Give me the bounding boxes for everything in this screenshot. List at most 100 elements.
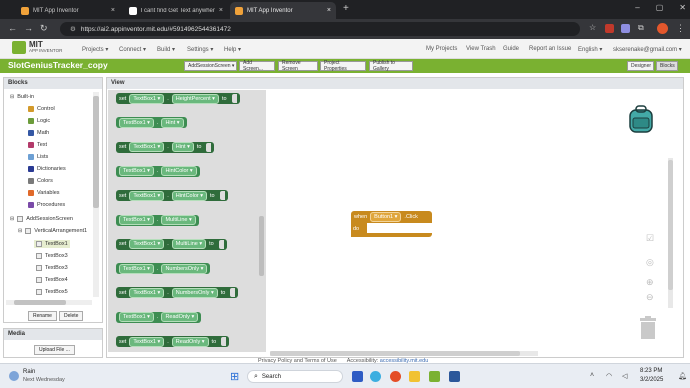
close-tab-icon[interactable]: ×: [111, 7, 115, 14]
tree-builtin[interactable]: ⊟ Built-in: [10, 94, 34, 100]
component-textbox[interactable]: TextBox5: [36, 289, 68, 295]
taskbar-search[interactable]: ⌕ Search: [247, 370, 343, 383]
notification-bell-icon[interactable]: 🔔︎: [678, 372, 687, 380]
menu-help[interactable]: Help ▾: [224, 46, 241, 53]
extensions-puzzle-icon[interactable]: ⧉: [638, 23, 644, 33]
reload-icon[interactable]: ↻: [40, 23, 48, 34]
input-socket[interactable]: [218, 239, 224, 249]
site-info-icon[interactable]: ⚙: [70, 25, 76, 33]
browser-tab-1[interactable]: MIT App Inventor ×: [16, 2, 120, 19]
tree-arrangement[interactable]: ⊟ VerticalArrangement1: [18, 228, 87, 234]
component-dropdown[interactable]: TextBox1 ▾: [129, 93, 165, 104]
weather-icon[interactable]: [9, 371, 19, 381]
component-textbox1-selected[interactable]: TextBox1: [34, 240, 70, 248]
flyout-scrollbar[interactable]: [259, 216, 264, 276]
get-textbox1-numbersonly-block[interactable]: TextBox1 ▾. NumbersOnly ▾: [116, 263, 211, 275]
scrollbar-thumb[interactable]: [14, 300, 66, 305]
close-tab-icon[interactable]: ×: [219, 7, 223, 14]
collapse-icon[interactable]: ⊟: [10, 94, 14, 100]
menu-build[interactable]: Build ▾: [157, 46, 175, 53]
set-textbox1-readonly-block[interactable]: set TextBox1 ▾. ReadOnly ▾ to: [116, 336, 230, 347]
publish-gallery-button[interactable]: Publish to Gallery: [369, 60, 413, 72]
minimize-icon[interactable]: –: [635, 3, 639, 12]
profile-avatar[interactable]: [657, 23, 668, 34]
category-text[interactable]: Text: [28, 142, 47, 148]
add-screen-button[interactable]: Add Screen...: [239, 60, 275, 72]
forward-icon[interactable]: →: [24, 23, 33, 33]
when-button1-click-block[interactable]: when Button1 ▾ .Click do: [351, 211, 433, 239]
file-explorer-icon[interactable]: [409, 371, 420, 382]
rename-button[interactable]: Rename: [28, 311, 57, 321]
delete-button[interactable]: Delete: [59, 311, 84, 321]
designer-button[interactable]: Designer: [627, 61, 654, 71]
category-colors[interactable]: Colors: [28, 178, 53, 184]
blocks-tree-scrollbar[interactable]: [93, 92, 99, 297]
close-window-icon[interactable]: ✕: [679, 3, 686, 12]
upload-file-button[interactable]: Upload File ...: [34, 345, 75, 355]
category-control[interactable]: Control: [28, 106, 55, 112]
category-variables[interactable]: Variables: [28, 190, 60, 196]
blocks-button[interactable]: Blocks: [656, 61, 678, 71]
set-textbox1-heightpercent-block[interactable]: set TextBox1 ▾. HeightPercent ▾ to: [116, 93, 240, 104]
weather-label[interactable]: Rain: [23, 369, 35, 375]
get-textbox1-hint-block[interactable]: TextBox1 ▾. Hint ▾: [116, 117, 187, 129]
link-my-projects[interactable]: My Projects: [426, 46, 457, 52]
component-dropdown[interactable]: TextBox1 ▾: [119, 166, 154, 177]
language-select[interactable]: English ▾: [578, 46, 602, 53]
input-socket[interactable]: [231, 94, 237, 103]
menu-connect[interactable]: Connect ▾: [119, 46, 146, 53]
property-dropdown[interactable]: ReadOnly ▾: [161, 312, 199, 323]
component-dropdown[interactable]: TextBox1 ▾: [119, 312, 154, 323]
set-textbox1-multiline-block[interactable]: set TextBox1 ▾. MultiLine ▾ to: [116, 238, 227, 250]
input-socket[interactable]: [221, 337, 227, 346]
app-icon[interactable]: [429, 371, 440, 382]
back-icon[interactable]: ←: [8, 23, 17, 33]
chrome-icon[interactable]: [390, 371, 401, 382]
new-tab-button[interactable]: +: [343, 3, 349, 14]
app-inventor-logo[interactable]: MIT APP INVENTOR: [12, 40, 62, 54]
zoom-out-icon[interactable]: ⊖: [646, 292, 654, 303]
scrollbar-thumb[interactable]: [668, 160, 673, 290]
component-textbox[interactable]: TextBox3: [36, 253, 68, 259]
maximize-icon[interactable]: ▢: [656, 3, 664, 12]
user-account-menu[interactable]: skserenake@gmail.com ▾: [613, 46, 682, 53]
set-textbox1-hint-block[interactable]: set TextBox1 ▾. Hint ▾ to: [116, 141, 215, 153]
input-socket[interactable]: [230, 288, 236, 298]
category-dictionaries[interactable]: Dictionaries: [28, 166, 66, 172]
link-view-trash[interactable]: View Trash: [466, 46, 496, 52]
get-textbox1-hintcolor-block[interactable]: TextBox1 ▾. HintColor ▾: [116, 165, 200, 177]
component-dropdown[interactable]: TextBox1 ▾: [129, 142, 165, 153]
clock-time[interactable]: 8:23 PM: [640, 368, 662, 374]
collapse-icon[interactable]: ⊟: [18, 228, 22, 234]
url-field[interactable]: ⚙ https://ai2.appinventor.mit.edu/#59149…: [60, 22, 580, 36]
component-dropdown[interactable]: Button1 ▾: [370, 212, 402, 222]
horizontal-scrollbar[interactable]: [6, 300, 92, 305]
remove-screen-button[interactable]: Remove Screen: [278, 60, 318, 72]
component-dropdown[interactable]: TextBox1 ▾: [129, 287, 165, 298]
collapse-icon[interactable]: ⊟: [10, 216, 14, 222]
bookmark-star-icon[interactable]: ☆: [589, 23, 596, 32]
menu-projects[interactable]: Projects ▾: [82, 46, 108, 53]
workspace-vertical-scrollbar[interactable]: [668, 158, 673, 308]
center-workspace-icon[interactable]: ◎: [646, 257, 654, 268]
property-dropdown[interactable]: NumbersOnly ▾: [161, 263, 208, 274]
tree-screen[interactable]: ⊟ AddSessionScreen: [10, 216, 73, 222]
workspace-horizontal-scrollbar[interactable]: [270, 351, 538, 356]
tray-chevron-icon[interactable]: ˄: [590, 372, 594, 379]
edge-icon[interactable]: [370, 371, 381, 382]
chrome-menu-icon[interactable]: ⋮: [676, 23, 685, 34]
scrollbar-thumb[interactable]: [270, 351, 520, 356]
property-dropdown[interactable]: NumbersOnly ▾: [171, 287, 218, 298]
category-logic[interactable]: Logic: [28, 118, 50, 124]
link-report-issue[interactable]: Report an Issue: [529, 46, 571, 52]
scrollbar-thumb[interactable]: [93, 96, 99, 208]
component-dropdown[interactable]: TextBox1 ▾: [129, 239, 165, 250]
close-tab-icon[interactable]: ×: [327, 7, 331, 14]
input-socket[interactable]: [219, 191, 225, 201]
project-properties-button[interactable]: Project Properties: [320, 60, 366, 72]
extension-icon[interactable]: [605, 24, 614, 33]
get-textbox1-multiline-block[interactable]: TextBox1 ▾. MultiLine ▾: [116, 214, 199, 226]
browser-tab-3-active[interactable]: MIT App Inventor ×: [230, 2, 336, 19]
component-textbox[interactable]: TextBox3: [36, 265, 68, 271]
component-textbox[interactable]: TextBox4: [36, 277, 68, 283]
